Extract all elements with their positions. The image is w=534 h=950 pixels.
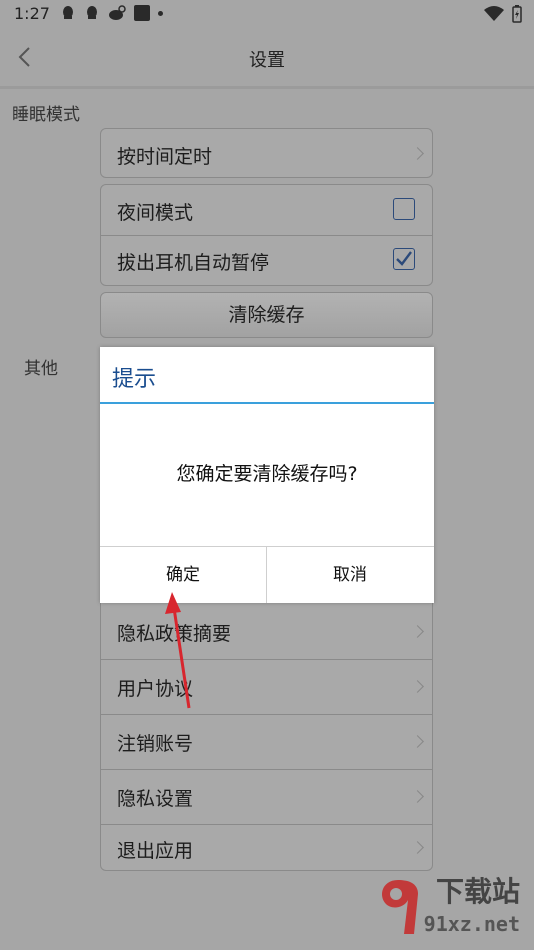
setting-label: 注销账号 [117,733,194,755]
chevron-right-icon [411,147,424,160]
setting-label: 隐私政策摘要 [117,623,232,645]
setting-row-night-mode[interactable]: 夜间模式 [101,185,432,235]
header-divider [0,86,534,89]
setting-label: 夜间模式 [117,202,194,224]
weibo-icon [109,5,126,20]
cancel-button[interactable]: 取消 [267,547,433,603]
confirm-dialog: 提示 您确定要清除缓存吗? 确定 取消 [100,347,434,603]
page-title: 设置 [249,50,285,71]
night-mode-checkbox[interactable] [393,198,415,220]
timer-card: 按时间定时 [100,128,433,178]
chevron-right-icon [411,625,424,638]
setting-label: 用户协议 [117,678,194,700]
chevron-right-icon [411,735,424,748]
battery-icon [512,5,522,23]
notification-icons [60,5,163,21]
setting-row-timer[interactable]: 按时间定时 [101,129,432,179]
setting-label: 隐私设置 [117,788,194,810]
dialog-message: 您确定要清除缓存吗? [176,463,358,485]
status-time: 1:27 [14,4,50,23]
clear-cache-button[interactable]: 清除缓存 [100,292,433,338]
setting-row-pause-on-unplug[interactable]: 拔出耳机自动暂停 [101,236,432,286]
more-notifications-icon [158,10,163,16]
pause-on-unplug-checkbox[interactable] [393,248,415,270]
section-label-other: 其他 [24,359,58,379]
chevron-right-icon [411,841,424,854]
wifi-icon [484,6,504,21]
qq-icon [87,6,97,19]
toggle-card: 夜间模式 拔出耳机自动暂停 [100,184,433,286]
watermark-text: 下载站 [435,875,520,908]
setting-row-privacy-settings[interactable]: 隐私设置 [101,769,432,824]
setting-label: 拔出耳机自动暂停 [117,252,270,274]
section-label-sleep: 睡眠模式 [12,105,80,125]
app-bar: 设置 [0,28,534,86]
setting-row-exit-app[interactable]: 退出应用 [101,824,432,871]
status-bar: 1:27 [0,0,534,28]
app-notification-icon [134,5,150,21]
chevron-right-icon [411,680,424,693]
setting-label: 退出应用 [117,840,194,862]
watermark-site: 91xz.net [423,912,520,936]
setting-label: 按时间定时 [117,146,213,168]
qq-icon [63,6,73,19]
setting-row-delete-account[interactable]: 注销账号 [101,714,432,769]
setting-row-privacy-summary[interactable]: 隐私政策摘要 [101,604,432,659]
dialog-title-divider [100,402,434,404]
watermark: 下载站 91xz.net [374,875,524,940]
chevron-right-icon [411,790,424,803]
system-icons [484,5,522,23]
setting-row-user-agreement[interactable]: 用户协议 [101,659,432,714]
confirm-button[interactable]: 确定 [100,547,266,603]
dialog-title: 提示 [112,367,157,392]
watermark-logo-icon [382,880,418,934]
